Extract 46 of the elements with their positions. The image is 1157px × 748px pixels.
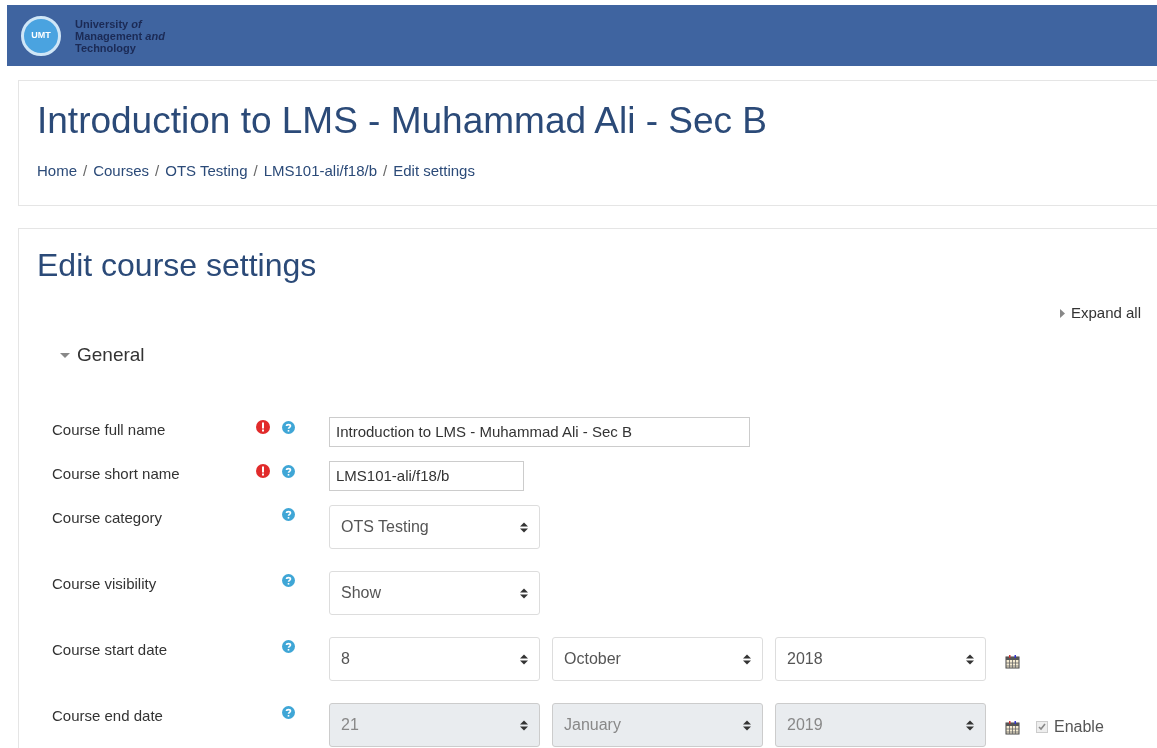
updown-arrows-icon (520, 521, 528, 533)
university-name: Management and (75, 29, 165, 42)
breadcrumb-link[interactable]: Courses (93, 160, 150, 183)
breadcrumb-link[interactable]: LMS101-ali/f18/b (263, 160, 378, 183)
field-label: Course visibility (52, 574, 158, 594)
field-label: Course short name (52, 464, 181, 484)
breadcrumb-link[interactable]: Home (37, 160, 77, 183)
field-label: Course full name (52, 420, 167, 440)
select-field[interactable]: OTS Testing (329, 505, 540, 549)
help-icon[interactable] (282, 421, 295, 434)
select-field[interactable]: Show (329, 571, 540, 615)
breadcrumb-separator: / (252, 161, 259, 181)
breadcrumb-separator: / (382, 161, 389, 181)
updown-arrows-icon (966, 719, 974, 731)
month-select[interactable]: October (552, 637, 763, 681)
caret-right-icon (1059, 308, 1065, 318)
updown-arrows-icon (966, 653, 974, 665)
help-icon[interactable] (282, 574, 295, 587)
field-label: Course start date (52, 640, 169, 660)
expand-all-link[interactable]: Expand all (1059, 302, 1141, 325)
university-name: University of (75, 17, 144, 30)
breadcrumb-link[interactable]: OTS Testing (165, 160, 248, 183)
help-icon[interactable] (282, 465, 295, 478)
form-title: Edit course settings (37, 246, 318, 285)
calendar-icon[interactable] (1005, 653, 1020, 669)
day-select[interactable]: 8 (329, 637, 540, 681)
page-title: Introduction to LMS - Muhammad Ali - Sec B (37, 99, 769, 143)
check-icon (1038, 723, 1046, 731)
breadcrumb-link[interactable]: Edit settings (393, 160, 475, 183)
updown-arrows-icon (520, 587, 528, 599)
updown-arrows-icon (743, 653, 751, 665)
updown-arrows-icon (520, 653, 528, 665)
section-toggle[interactable]: General (60, 340, 1157, 369)
text-field[interactable]: LMS101-ali/f18/b (329, 461, 524, 491)
enable-label: Enable (1054, 717, 1104, 737)
updown-arrows-icon (520, 719, 528, 731)
breadcrumb-separator: / (154, 161, 161, 181)
year-select[interactable]: 2018 (775, 637, 986, 681)
updown-arrows-icon (743, 719, 751, 731)
text-field[interactable]: Introduction to LMS - Muhammad Ali - Sec B (329, 417, 750, 447)
university-name: Technology (75, 41, 136, 54)
field-label: Course end date (52, 706, 164, 726)
help-icon[interactable] (282, 508, 295, 521)
help-icon[interactable] (282, 640, 295, 653)
breadcrumb-separator: / (82, 161, 89, 181)
field-label: Course category (52, 508, 164, 528)
